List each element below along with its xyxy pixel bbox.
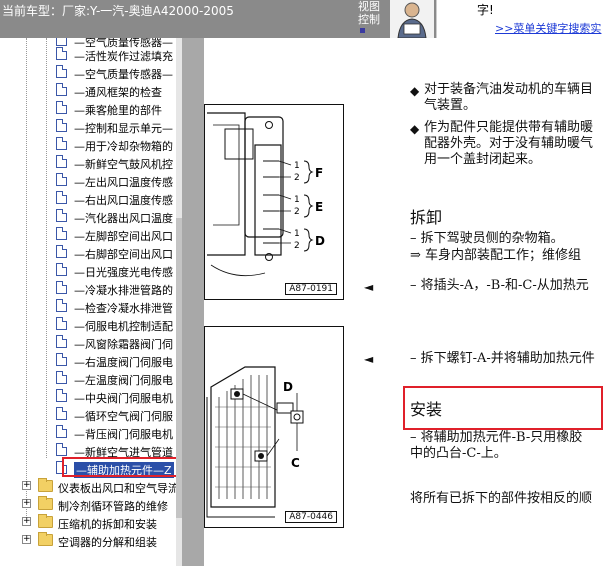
step-text: ⇒ 车身内部装配工作；维修组 (410, 248, 582, 263)
top-bar: 当前车型：厂家:Y-一汽-奥迪A42000-2005 视图 控制 字! >>菜单… (0, 0, 607, 39)
figure-pointer-icon: ◄ (364, 352, 374, 366)
expand-icon[interactable]: + (22, 535, 31, 544)
body-text: 气装置。 (424, 98, 477, 113)
pin-label: 2 (294, 173, 300, 183)
document-icon (56, 155, 67, 168)
document-icon (56, 47, 67, 60)
document-pane: 1 2 F 1 2 E 1 2 D A87-0191 D C A87-0446 … (204, 38, 607, 566)
figure-pointer-icon: ◄ (364, 280, 374, 294)
part-label: D (283, 380, 293, 394)
closing-text: 将所有已拆下的部件按相反的顺 (410, 491, 593, 506)
navigation-tree: —空气质量传感器— —活性炭作过滤填充 —空气质量传感器— —通风框架的检查 —… (0, 38, 182, 566)
connector-label: F (315, 166, 323, 180)
folder-icon (38, 478, 53, 492)
document-icon (56, 317, 67, 330)
heater-illustration: D C (206, 366, 304, 518)
search-tip-panel: 字! >>菜单关键字搜索实 (436, 0, 607, 38)
document-icon (56, 425, 67, 438)
view-control-button[interactable]: 视图 控制 (352, 0, 386, 36)
figure-code: A87-0191 (285, 283, 337, 295)
pin-label: 1 (294, 195, 300, 205)
document-icon (56, 65, 67, 78)
expand-icon[interactable]: + (22, 517, 31, 526)
document-icon (56, 299, 67, 312)
body-text: 用一个盖封闭起来。 (424, 152, 542, 167)
figure-connector-diagram: 1 2 F 1 2 E 1 2 D A87-0191 (204, 104, 344, 300)
folder-icon (38, 532, 53, 546)
document-icon (56, 173, 67, 186)
step-text: – 拆下螺钉-A-并将辅助加热元件 (410, 351, 595, 366)
document-icon (56, 281, 67, 294)
document-icon (56, 101, 67, 114)
install-step-highlight (403, 386, 603, 430)
step-text: 中的凸台-C-上。 (410, 446, 507, 461)
folder-icon (38, 514, 53, 528)
tree-guide-line (26, 38, 27, 526)
connector-illustration: 1 2 F 1 2 E 1 2 D (207, 112, 325, 277)
vehicle-title: 当前车型：厂家:Y-一汽-奥迪A42000-2005 (2, 4, 234, 18)
document-icon (56, 227, 67, 240)
document-icon (56, 389, 67, 402)
expand-icon[interactable]: + (22, 499, 31, 508)
document-icon (56, 83, 67, 96)
selected-item-highlight (62, 457, 182, 477)
body-text: 作为配件只能提供带有辅助暖 (424, 120, 594, 135)
document-icon (56, 371, 67, 384)
pane-splitter[interactable] (182, 38, 204, 566)
document-icon (56, 353, 67, 366)
pin-label: 2 (294, 207, 300, 217)
menu-keyword-search-link[interactable]: >>菜单关键字搜索实 (495, 20, 601, 36)
folder-icon (38, 496, 53, 510)
expand-icon[interactable]: + (22, 481, 31, 490)
document-icon (56, 191, 67, 204)
document-icon (56, 245, 67, 258)
helper-figure-icon (390, 0, 434, 39)
step-text: – 拆下驾驶员侧的杂物箱。 (410, 231, 564, 246)
document-icon (56, 137, 67, 150)
document-icon (56, 407, 67, 420)
body-text: 对于装备汽油发动机的车辆目 (424, 82, 594, 97)
step-text: – 将辅助加热元件-B-只用橡胶 (410, 430, 583, 445)
body-text: 配器外壳。对于没有辅助暖气 (424, 136, 594, 151)
document-icon (56, 119, 67, 132)
section-heading-removal: 拆卸 (410, 208, 443, 227)
view-control-label-1: 视图 (358, 0, 380, 13)
view-control-icon (360, 28, 365, 33)
document-icon (56, 38, 67, 46)
document-icon (56, 263, 67, 276)
connector-label: E (315, 200, 323, 214)
step-text: – 将插头-A，-B-和-C-从加热元 (410, 278, 589, 293)
figure-heater-element: D C A87-0446 (204, 326, 344, 528)
bullet-icon: ◆ (410, 84, 420, 98)
pin-label: 1 (294, 229, 300, 239)
connector-label: D (315, 234, 325, 248)
document-icon (56, 443, 67, 456)
document-icon (56, 335, 67, 348)
pin-label: 2 (294, 241, 300, 251)
part-label: C (291, 456, 300, 470)
figure-code: A87-0446 (285, 511, 337, 523)
search-tip-text: 字! (477, 3, 494, 17)
bullet-icon: ◆ (410, 122, 420, 136)
pin-label: 1 (294, 161, 300, 171)
view-control-label-2: 控制 (358, 13, 380, 26)
tree-guide-line (46, 38, 47, 458)
document-icon (56, 209, 67, 222)
